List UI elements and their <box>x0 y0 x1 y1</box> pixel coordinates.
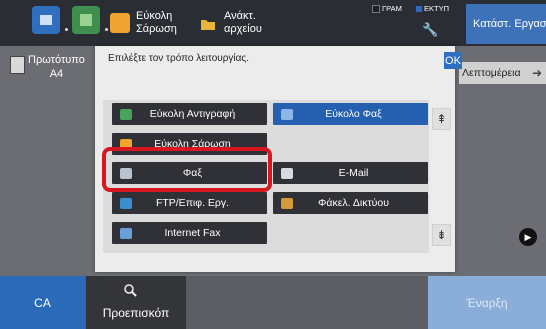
dot-indicator <box>65 28 68 31</box>
next-arrow-icon[interactable]: ▶ <box>519 228 537 246</box>
job-status-label: Κατάστ. Εργασ <box>473 18 546 30</box>
copy-icon <box>80 14 92 26</box>
details-button[interactable]: Λεπτομέρεια ➜ <box>459 62 546 84</box>
scroll-up-button[interactable]: ⇞ <box>432 108 451 130</box>
mode-internet-fax-button[interactable]: Internet Fax <box>112 222 267 244</box>
arrow-right-icon: ➜ <box>531 66 542 80</box>
home-button[interactable] <box>32 6 68 34</box>
internet-fax-icon <box>120 227 132 239</box>
wrench-icon[interactable]: 🔧 <box>422 22 438 38</box>
double-chevron-down-icon: ⇟ <box>436 228 447 242</box>
original-size: A4 <box>49 68 64 80</box>
mode-easy-fax-label: Εύκολο Φαξ <box>325 108 382 120</box>
details-label: Λεπτομέρεια <box>462 67 521 79</box>
preview-label: Προεπισκόπ <box>102 306 170 320</box>
start-button[interactable]: Έναρξη <box>428 276 546 329</box>
top-bar: Εύκολη Σάρωση Ανάκτ. αρχείου ΓΡΑΜ ΕΚΤΥΠ … <box>0 0 546 46</box>
mode-email-button[interactable]: E-Mail <box>273 162 428 184</box>
easy-fax-icon <box>281 108 293 120</box>
scroll-down-button[interactable]: ⇟ <box>432 224 451 246</box>
print-indicator-icon <box>416 5 422 12</box>
file-retrieve-shortcut-label: Ανάκτ. αρχείου <box>224 10 262 35</box>
status-memory: ΓΡΑΜ <box>372 4 402 13</box>
easy-scan-icon <box>110 13 130 33</box>
preview-button[interactable]: Προεπισκόπ <box>86 276 186 329</box>
folder-icon <box>281 197 293 209</box>
original-label: Πρωτότυπο <box>28 54 85 66</box>
job-status-button[interactable]: Κατάστ. Εργασ <box>466 4 546 44</box>
envelope-icon <box>281 167 293 179</box>
print-status-label: ΕΚΤΥΠ <box>424 4 450 13</box>
ca-button[interactable]: CA <box>0 276 85 329</box>
scrollbar[interactable]: ⇞ ⇟ <box>432 100 451 254</box>
easy-copy-icon <box>120 108 132 120</box>
mode-ftp-button[interactable]: FTP/Επιφ. Εργ. <box>112 192 267 214</box>
original-setting[interactable]: Πρωτότυπο A4 <box>10 53 85 81</box>
dot-indicator <box>105 28 108 31</box>
selection-highlight <box>102 147 272 192</box>
easy-copy-shortcut-button[interactable] <box>72 6 108 34</box>
ok-label: OK <box>445 54 461 67</box>
mode-network-folder-button[interactable]: Φάκελ. Δικτύου <box>273 192 428 214</box>
mode-easy-fax-button[interactable]: Εύκολο Φαξ <box>273 103 428 125</box>
grid-icon <box>40 15 52 25</box>
memory-status-label: ΓΡΑΜ <box>382 4 402 13</box>
double-chevron-up-icon: ⇞ <box>436 112 447 126</box>
mode-email-label: E-Mail <box>338 167 369 179</box>
ok-button[interactable]: OK <box>444 52 462 69</box>
document-icon <box>10 56 25 74</box>
memory-indicator-icon <box>372 4 380 13</box>
ca-label: CA <box>34 295 51 310</box>
magnifier-icon <box>123 283 137 297</box>
start-label: Έναρξη <box>466 295 508 310</box>
folder-icon <box>198 13 218 33</box>
mode-ftp-label: FTP/Επιφ. Εργ. <box>155 197 230 209</box>
status-print: ΕΚΤΥΠ <box>416 4 449 13</box>
mode-internet-fax-label: Internet Fax <box>164 227 221 239</box>
dialog-title: Επιλέξτε τον τρόπο λειτουργίας. <box>108 53 250 64</box>
mode-network-folder-label: Φάκελ. Δικτύου <box>318 197 389 209</box>
easy-scan-shortcut-label: Εύκολη Σάρωση <box>136 10 177 35</box>
mode-easy-copy-button[interactable]: Εύκολη Αντιγραφή <box>112 103 267 125</box>
easy-scan-shortcut[interactable]: Εύκολη Σάρωση <box>110 4 186 42</box>
ftp-icon <box>120 197 132 209</box>
file-retrieve-shortcut[interactable]: Ανάκτ. αρχείου <box>198 4 274 42</box>
mode-easy-copy-label: Εύκολη Αντιγραφή <box>149 108 236 120</box>
